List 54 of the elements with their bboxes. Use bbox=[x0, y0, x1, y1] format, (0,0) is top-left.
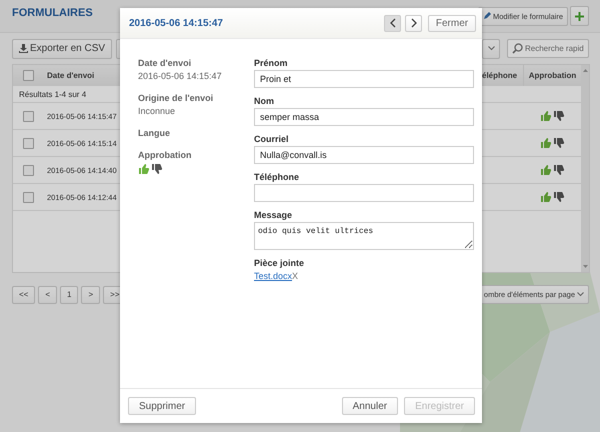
field-value: 2016-05-06 14:15:47 bbox=[138, 71, 223, 81]
thumbs-down-icon bbox=[552, 191, 564, 203]
input-field[interactable]: Nulla@convall.is bbox=[254, 146, 474, 164]
input-field[interactable]: semper massa bbox=[254, 108, 474, 126]
input-field[interactable]: Proin et bbox=[254, 70, 474, 88]
field-label: Téléphone bbox=[254, 172, 300, 182]
checkbox[interactable] bbox=[22, 70, 34, 81]
search-field[interactable]: Recherche rapid bbox=[507, 39, 589, 58]
search-icon bbox=[512, 43, 523, 54]
field-label: Origine de l'envoi bbox=[138, 93, 214, 103]
file-link[interactable]: Test.docx bbox=[254, 271, 292, 281]
next-button[interactable] bbox=[405, 14, 422, 32]
checkbox[interactable] bbox=[22, 110, 34, 122]
page-button[interactable]: << bbox=[12, 286, 36, 304]
delete-button[interactable]: Supprimer bbox=[128, 397, 196, 415]
pencil-icon bbox=[482, 12, 491, 20]
thumbs-down-icon bbox=[552, 110, 564, 122]
thumbs-down-icon bbox=[552, 137, 564, 149]
chevron-right-icon bbox=[410, 18, 416, 28]
message-field[interactable]: odio quis velit ultrices bbox=[254, 222, 474, 250]
thumbs-down-icon bbox=[552, 164, 564, 176]
download-icon bbox=[19, 44, 28, 53]
caret-icon bbox=[488, 46, 494, 51]
cancel-button[interactable]: Annuler bbox=[342, 397, 398, 415]
page-button[interactable]: < bbox=[38, 286, 58, 304]
add-button[interactable] bbox=[570, 6, 589, 26]
thumbs-down-icon bbox=[151, 163, 163, 175]
field-label: Approbation bbox=[138, 150, 192, 160]
field-value: Inconnue bbox=[138, 106, 176, 116]
checkbox[interactable] bbox=[22, 164, 34, 176]
close-button[interactable]: Fermer bbox=[428, 14, 476, 32]
export-csv-button[interactable]: Exporter en CSV bbox=[12, 38, 112, 58]
field-label: Nom bbox=[254, 96, 275, 106]
page-button[interactable]: > bbox=[81, 286, 100, 304]
chevron-left-icon bbox=[390, 18, 396, 28]
field-label: Langue bbox=[138, 128, 172, 138]
field-label: Message bbox=[254, 210, 294, 220]
page-button[interactable]: 1 bbox=[60, 286, 78, 304]
scroll-up-icon bbox=[582, 69, 588, 72]
plus-icon bbox=[575, 12, 584, 20]
scroll-down-icon bbox=[582, 265, 588, 268]
field-label: Courriel bbox=[254, 134, 290, 144]
dialog-title: 2016-05-06 14:15:47 bbox=[129, 18, 223, 28]
remove-link[interactable]: X bbox=[292, 271, 298, 281]
dropdown-button[interactable] bbox=[482, 38, 500, 58]
input-field[interactable] bbox=[254, 184, 474, 202]
checkbox[interactable] bbox=[22, 138, 34, 148]
field-label: Date d'envoi bbox=[138, 58, 192, 68]
field-label: Prénom bbox=[254, 58, 289, 68]
caret-icon bbox=[577, 292, 584, 297]
field-label: Pièce jointe bbox=[254, 258, 306, 268]
scrollbar[interactable] bbox=[581, 65, 589, 272]
page-title: FORMULAIRES bbox=[12, 7, 93, 19]
checkbox[interactable] bbox=[22, 192, 34, 202]
